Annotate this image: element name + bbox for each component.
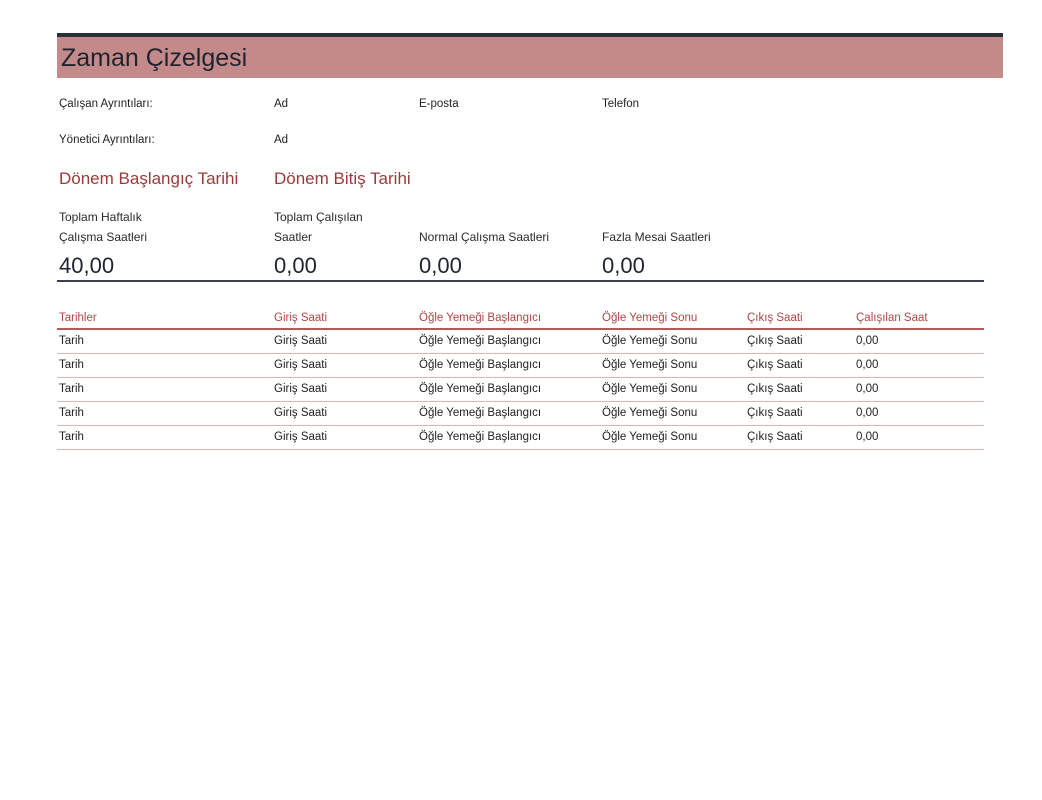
summary-total-worked-value[interactable]: 0,00	[274, 253, 317, 279]
summary-label-line2: Çalışma Saatleri	[59, 230, 148, 244]
summary-regular-hours-value[interactable]: 0,00	[419, 253, 462, 279]
summary-label-line2: Normal Çalışma Saatleri	[419, 230, 550, 244]
summary-label-line1: Toplam Haftalık	[59, 210, 142, 224]
cell-lunch-end[interactable]: Öğle Yemeği Sonu	[602, 359, 697, 371]
cell-hours-worked: 0,00	[856, 359, 879, 371]
column-header-clock-in[interactable]: Giriş Saati	[274, 312, 327, 324]
timesheet-table: Tarihler Giriş Saati Öğle Yemeği Başlang…	[57, 310, 984, 450]
cell-date[interactable]: Tarih	[59, 407, 84, 419]
cell-lunch-start[interactable]: Öğle Yemeği Başlangıcı	[419, 431, 541, 443]
table-row: Tarih Giriş Saati Öğle Yemeği Başlangıcı…	[57, 426, 984, 450]
period-end-field[interactable]: Dönem Bitiş Tarihi	[274, 169, 411, 189]
cell-clock-out[interactable]: Çıkış Saati	[747, 431, 803, 443]
employee-name-field[interactable]: Ad	[274, 98, 288, 110]
column-header-lunch-end[interactable]: Öğle Yemeği Sonu	[602, 312, 697, 324]
cell-clock-in[interactable]: Giriş Saati	[274, 383, 327, 395]
cell-date[interactable]: Tarih	[59, 335, 84, 347]
cell-clock-in[interactable]: Giriş Saati	[274, 335, 327, 347]
summary-divider	[57, 280, 984, 282]
table-row: Tarih Giriş Saati Öğle Yemeği Başlangıcı…	[57, 378, 984, 402]
column-header-dates[interactable]: Tarihler	[59, 312, 97, 324]
summary-label-line2: Fazla Mesai Saatleri	[602, 230, 711, 244]
column-header-lunch-start[interactable]: Öğle Yemeği Başlangıcı	[419, 312, 541, 324]
cell-clock-out[interactable]: Çıkış Saati	[747, 359, 803, 371]
page-title[interactable]: Zaman Çizelgesi	[61, 44, 247, 73]
employee-phone-field[interactable]: Telefon	[602, 98, 639, 110]
manager-name-field[interactable]: Ad	[274, 134, 288, 146]
column-header-clock-out[interactable]: Çıkış Saati	[747, 312, 803, 324]
cell-clock-in[interactable]: Giriş Saati	[274, 407, 327, 419]
cell-hours-worked: 0,00	[856, 335, 879, 347]
period-start-field[interactable]: Dönem Başlangıç Tarihi	[59, 169, 238, 189]
title-bar: Zaman Çizelgesi	[57, 33, 1003, 78]
cell-date[interactable]: Tarih	[59, 359, 84, 371]
summary-overtime-hours-label: Fazla Mesai Saatleri	[602, 227, 711, 247]
cell-clock-out[interactable]: Çıkış Saati	[747, 383, 803, 395]
cell-clock-out[interactable]: Çıkış Saati	[747, 335, 803, 347]
cell-lunch-end[interactable]: Öğle Yemeği Sonu	[602, 335, 697, 347]
cell-hours-worked: 0,00	[856, 407, 879, 419]
table-row: Tarih Giriş Saati Öğle Yemeği Başlangıcı…	[57, 402, 984, 426]
summary-label-line1: Toplam Çalışılan	[274, 210, 363, 224]
cell-hours-worked: 0,00	[856, 431, 879, 443]
cell-lunch-start[interactable]: Öğle Yemeği Başlangıcı	[419, 407, 541, 419]
summary-total-worked-label: Toplam Çalışılan Saatler	[274, 207, 363, 247]
manager-details-label: Yönetici Ayrıntıları:	[59, 134, 155, 146]
table-header-row: Tarihler Giriş Saati Öğle Yemeği Başlang…	[57, 310, 984, 330]
summary-label-line2: Saatler	[274, 230, 313, 244]
summary-weekly-hours-value[interactable]: 40,00	[59, 253, 114, 279]
cell-lunch-start[interactable]: Öğle Yemeği Başlangıcı	[419, 383, 541, 395]
cell-clock-out[interactable]: Çıkış Saati	[747, 407, 803, 419]
employee-details-label: Çalışan Ayrıntıları:	[59, 98, 153, 110]
table-row: Tarih Giriş Saati Öğle Yemeği Başlangıcı…	[57, 330, 984, 354]
summary-weekly-hours-label: Toplam Haftalık Çalışma Saatleri	[59, 207, 147, 247]
cell-lunch-end[interactable]: Öğle Yemeği Sonu	[602, 407, 697, 419]
cell-hours-worked: 0,00	[856, 383, 879, 395]
cell-lunch-start[interactable]: Öğle Yemeği Başlangıcı	[419, 335, 541, 347]
summary-regular-hours-label: Normal Çalışma Saatleri	[419, 227, 549, 247]
cell-lunch-end[interactable]: Öğle Yemeği Sonu	[602, 431, 697, 443]
cell-lunch-end[interactable]: Öğle Yemeği Sonu	[602, 383, 697, 395]
summary-overtime-hours-value[interactable]: 0,00	[602, 253, 645, 279]
table-row: Tarih Giriş Saati Öğle Yemeği Başlangıcı…	[57, 354, 984, 378]
cell-date[interactable]: Tarih	[59, 431, 84, 443]
cell-lunch-start[interactable]: Öğle Yemeği Başlangıcı	[419, 359, 541, 371]
cell-clock-in[interactable]: Giriş Saati	[274, 359, 327, 371]
cell-date[interactable]: Tarih	[59, 383, 84, 395]
column-header-hours-worked[interactable]: Çalışılan Saat	[856, 312, 928, 324]
cell-clock-in[interactable]: Giriş Saati	[274, 431, 327, 443]
employee-email-field[interactable]: E-posta	[419, 98, 459, 110]
